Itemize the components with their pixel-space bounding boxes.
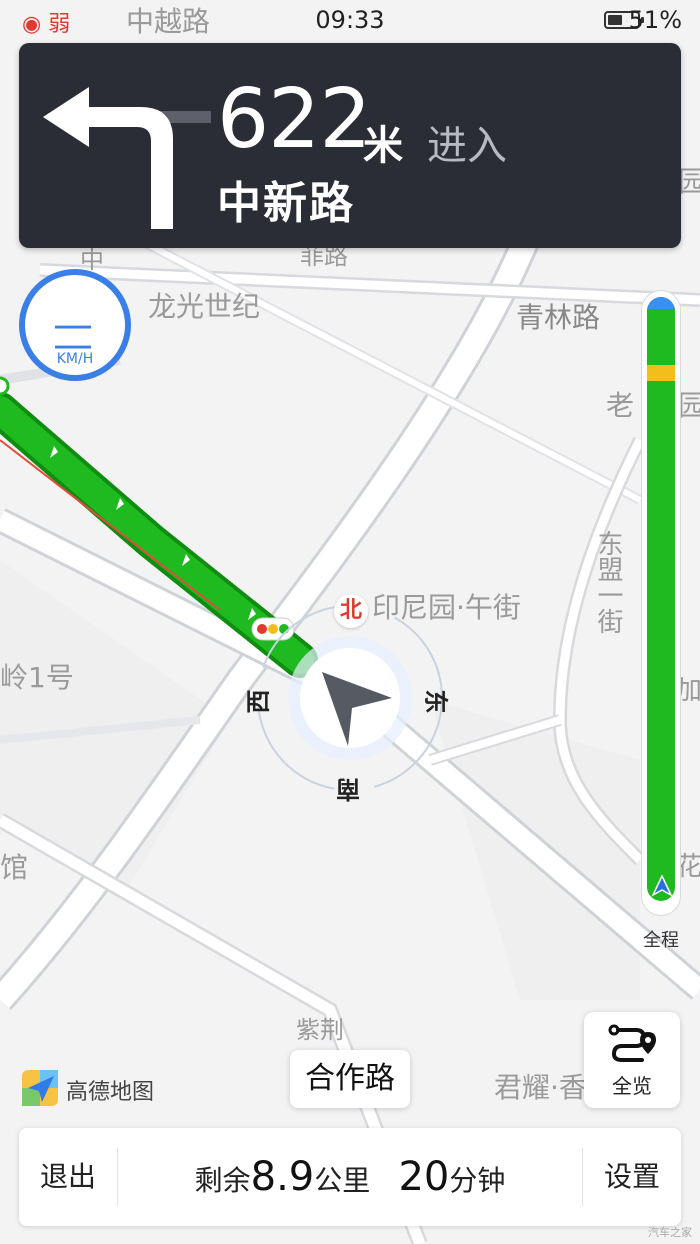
settings-button[interactable]: 设置 <box>583 1128 681 1226</box>
car-position-icon <box>651 875 673 897</box>
map-label-dongmeng-street: 东盟一街 <box>593 530 623 634</box>
current-road-label: 合作路 <box>290 1050 410 1108</box>
overview-button[interactable]: 全览 <box>584 1012 680 1108</box>
remaining-summary: 剩余8.9公里 20分钟 <box>119 1128 581 1226</box>
compass-south: 南 <box>336 775 360 803</box>
distance-unit: 米 <box>363 123 403 169</box>
map-label-qinglin-road: 青林路 <box>516 301 601 334</box>
map-label-yinniyuan: 印尼园·午街 <box>372 591 521 624</box>
exit-button[interactable]: 退出 <box>19 1128 117 1226</box>
remain-distance: 8.9 <box>250 1154 315 1200</box>
map-label-yuan-mid: 园 <box>678 389 700 422</box>
remain-time-unit: 分钟 <box>449 1164 506 1197</box>
route-overview-icon <box>608 1024 656 1062</box>
brand-name: 高德地图 <box>66 1080 155 1105</box>
overview-label: 全览 <box>612 1074 652 1098</box>
battery-percent: 51% <box>628 6 682 34</box>
map-label-lao: 老 <box>606 389 635 422</box>
congestion-segment <box>647 365 675 381</box>
turn-distance: 622 <box>217 72 372 167</box>
compass-north: 北 <box>334 594 368 628</box>
map-label-junyao: 君耀·香 <box>494 1071 587 1104</box>
turn-instruction-panel[interactable]: 622 米 进入 中新路 <box>19 43 681 248</box>
divider <box>117 1148 118 1206</box>
map-label-ziyi: 紫荆 <box>296 1016 344 1044</box>
route-progress-bar[interactable] <box>641 290 681 916</box>
map-label-guan: 馆 <box>0 851 29 884</box>
speed-indicator: — — KM/H <box>19 269 131 381</box>
map-label-ling1: 岭1号 <box>0 661 74 694</box>
route-progress-label: 全程 <box>643 930 679 951</box>
amap-logo-icon <box>22 1070 58 1106</box>
next-road-name: 中新路 <box>217 178 355 229</box>
compass-west: 西 <box>244 689 273 714</box>
turn-action: 进入 <box>427 123 507 169</box>
status-bar: ◉ 弱 09:33 51% <box>0 0 700 42</box>
remain-time: 20 <box>398 1154 450 1200</box>
status-time: 09:33 <box>315 6 385 34</box>
speed-value: — — <box>53 302 97 368</box>
remain-prefix: 剩余 <box>194 1164 251 1197</box>
speed-unit: KM/H <box>56 351 94 367</box>
map-label-longguang: 龙光世纪 <box>148 290 261 323</box>
watermark: 汽车之家 <box>648 1226 692 1239</box>
compass-east: 东 <box>421 689 450 714</box>
remain-distance-unit: 公里 <box>314 1164 371 1197</box>
bottom-bar: 退出 剩余8.9公里 20分钟 设置 <box>19 1128 681 1226</box>
turn-left-icon <box>43 87 211 229</box>
map-label-yuan-top: 园 <box>678 165 700 198</box>
